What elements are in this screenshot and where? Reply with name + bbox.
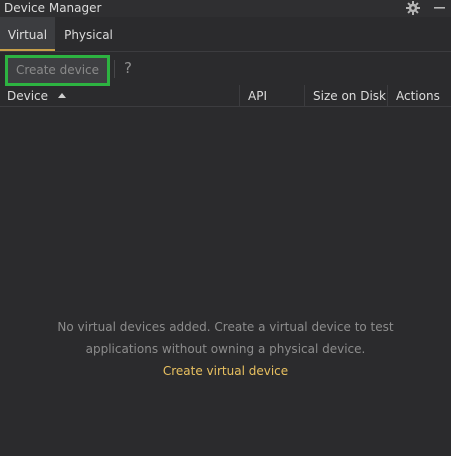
gear-icon [406,1,420,15]
sort-ascending-icon [57,93,66,98]
tab-physical[interactable]: Physical [55,17,122,51]
minimize-icon [434,7,445,9]
device-manager-window: Device Manager Virtual Physical Create d… [0,0,451,456]
column-label-device: Device [7,89,49,103]
title-bar: Device Manager [0,0,451,17]
settings-button[interactable] [405,0,421,16]
tab-virtual[interactable]: Virtual [0,17,55,51]
toolbar: Create device ? [0,52,451,86]
create-virtual-device-link[interactable]: Create virtual device [0,360,451,382]
tab-bar: Virtual Physical [0,17,451,52]
toolbar-separator [114,60,115,78]
question-mark-icon[interactable]: ? [122,58,134,78]
empty-state-message-line-2: applications without owning a physical d… [85,342,366,356]
minimize-button[interactable] [431,0,447,16]
column-header-actions[interactable]: Actions [387,85,451,107]
column-header-size-on-disk[interactable]: Size on Disk [304,85,387,107]
empty-state: No virtual devices added. Create a virtu… [0,316,451,382]
column-header-api[interactable]: API [239,85,305,107]
empty-state-message-line-1: No virtual devices added. Create a virtu… [57,320,394,334]
window-title: Device Manager [4,1,102,15]
column-header-device[interactable]: Device [7,85,237,107]
create-device-button[interactable]: Create device [8,58,107,83]
table-header: Device API Size on Disk Actions [0,85,451,107]
